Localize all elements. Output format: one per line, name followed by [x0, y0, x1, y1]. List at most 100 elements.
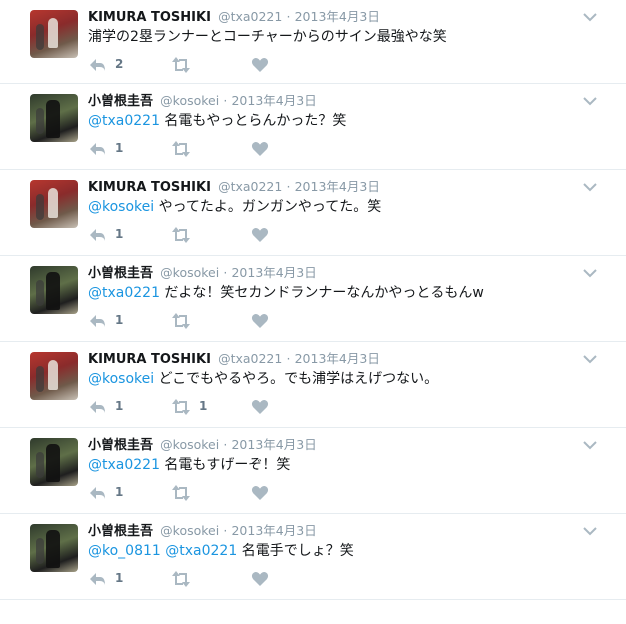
tweet[interactable]: KIMURA TOSHIKI @txa0221 · 2013年4月3日 @kos… [0, 342, 626, 428]
tweet[interactable]: KIMURA TOSHIKI @txa0221 · 2013年4月3日 @kos… [0, 170, 626, 256]
avatar[interactable] [30, 524, 78, 572]
separator-dot: · [286, 179, 291, 194]
mention-link[interactable]: @kosokei [88, 199, 154, 215]
reply-count: 1 [115, 571, 124, 585]
tweet-text: @txa0221 だよな！笑セカンドランナーなんかやっとるもんw [88, 283, 484, 303]
tweet[interactable]: 小曽根圭吾 @kosokei · 2013年4月3日 @txa0221 だよな！… [0, 256, 626, 342]
reply-icon [90, 315, 105, 327]
separator-dot: · [223, 523, 228, 538]
retweet-icon [172, 141, 190, 157]
avatar[interactable] [30, 352, 78, 400]
reply-count: 1 [115, 141, 124, 155]
tweet-body: 名電もやっとらんかった？笑 [159, 113, 347, 129]
avatar[interactable] [30, 180, 78, 228]
separator-dot: · [286, 9, 291, 24]
chevron-down-icon[interactable] [582, 351, 598, 367]
author-handle[interactable]: @kosokei [160, 265, 219, 280]
avatar[interactable] [30, 10, 78, 58]
avatar[interactable] [30, 438, 78, 486]
tweet-body: どこでもやるやろ。でも浦学はえげつない。 [154, 371, 439, 387]
author-name[interactable]: KIMURA TOSHIKI [88, 10, 211, 25]
tweet-header: KIMURA TOSHIKI @txa0221 · 2013年4月3日 [88, 350, 380, 369]
author-handle[interactable]: @txa0221 [218, 351, 282, 366]
avatar-figure [48, 188, 58, 218]
mention-link[interactable]: @txa0221 [88, 457, 160, 473]
avatar-figure [46, 530, 60, 568]
tweet-text: 浦学の2塁ランナーとコーチャーからのサイン最強やな笑 [88, 27, 447, 47]
tweet[interactable]: KIMURA TOSHIKI @txa0221 · 2013年4月3日 浦学の2… [0, 0, 626, 84]
tweet-date[interactable]: 2013年4月3日 [295, 179, 380, 194]
avatar[interactable] [30, 94, 78, 142]
author-name[interactable]: 小曽根圭吾 [88, 94, 153, 109]
retweet-icon [172, 571, 190, 587]
tweet-body: やってたよ。ガンガンやってた。笑 [154, 199, 382, 215]
avatar-figure [46, 272, 60, 310]
tweet-header: KIMURA TOSHIKI @txa0221 · 2013年4月3日 [88, 178, 380, 197]
separator-dot: · [223, 437, 228, 452]
tweet[interactable]: 小曽根圭吾 @kosokei · 2013年4月3日 @ko_0811 @txa… [0, 514, 626, 600]
mention-link[interactable]: @txa0221 [88, 113, 160, 129]
author-name[interactable]: KIMURA TOSHIKI [88, 180, 211, 195]
reply-count: 2 [115, 57, 124, 71]
tweet-body: 名電手でしょ？笑 [237, 543, 354, 559]
reply-count: 1 [115, 227, 124, 241]
avatar-figure-bg [36, 366, 44, 392]
author-name[interactable]: KIMURA TOSHIKI [88, 352, 211, 367]
avatar-figure [46, 444, 60, 482]
reply-count: 1 [115, 399, 124, 413]
author-handle[interactable]: @txa0221 [218, 179, 282, 194]
author-name[interactable]: 小曽根圭吾 [88, 438, 153, 453]
heart-icon [251, 572, 269, 586]
retweet-icon [172, 227, 190, 243]
tweet-date[interactable]: 2013年4月3日 [295, 9, 380, 24]
author-handle[interactable]: @txa0221 [218, 9, 282, 24]
tweet-text: @ko_0811 @txa0221 名電手でしょ？笑 [88, 541, 354, 561]
tweet-header: 小曽根圭吾 @kosokei · 2013年4月3日 [88, 92, 317, 111]
chevron-down-icon[interactable] [582, 437, 598, 453]
avatar-figure-bg [36, 452, 44, 478]
tweet-date[interactable]: 2013年4月3日 [231, 523, 316, 538]
avatar-figure-bg [36, 194, 44, 220]
avatar-figure [48, 18, 58, 48]
reply-icon [90, 59, 105, 71]
author-handle[interactable]: @kosokei [160, 523, 219, 538]
tweet-header: 小曽根圭吾 @kosokei · 2013年4月3日 [88, 264, 317, 283]
tweet[interactable]: 小曽根圭吾 @kosokei · 2013年4月3日 @txa0221 名電もす… [0, 428, 626, 514]
mention-link[interactable]: @kosokei [88, 371, 154, 387]
tweet-date[interactable]: 2013年4月3日 [231, 437, 316, 452]
tweet-header: KIMURA TOSHIKI @txa0221 · 2013年4月3日 [88, 8, 380, 27]
author-handle[interactable]: @kosokei [160, 437, 219, 452]
author-name[interactable]: 小曽根圭吾 [88, 524, 153, 539]
tweet-header: 小曽根圭吾 @kosokei · 2013年4月3日 [88, 436, 317, 455]
chevron-down-icon[interactable] [582, 9, 598, 25]
author-name[interactable]: 小曽根圭吾 [88, 266, 153, 281]
tweet-date[interactable]: 2013年4月3日 [231, 93, 316, 108]
separator-dot: · [223, 265, 228, 280]
tweet-body: 浦学の2塁ランナーとコーチャーからのサイン最強やな笑 [88, 29, 447, 45]
tweet-date[interactable]: 2013年4月3日 [295, 351, 380, 366]
tweet[interactable]: 小曽根圭吾 @kosokei · 2013年4月3日 @txa0221 名電もや… [0, 84, 626, 170]
heart-icon [251, 400, 269, 414]
reply-icon [90, 573, 105, 585]
avatar-figure-bg [36, 280, 44, 306]
tweet-body: 名電もすげーぞ！笑 [159, 457, 291, 473]
tweet-date[interactable]: 2013年4月3日 [231, 265, 316, 280]
chevron-down-icon[interactable] [582, 523, 598, 539]
heart-icon [251, 486, 269, 500]
tweet-text: @txa0221 名電もやっとらんかった？笑 [88, 111, 346, 131]
avatar-figure-bg [36, 108, 44, 134]
retweet-count: 1 [199, 399, 208, 413]
retweet-icon [172, 485, 190, 501]
mention-link[interactable]: @ko_0811 @txa0221 [88, 543, 237, 559]
tweet-list: KIMURA TOSHIKI @txa0221 · 2013年4月3日 浦学の2… [0, 0, 626, 600]
avatar-figure-bg [36, 24, 44, 50]
avatar[interactable] [30, 266, 78, 314]
mention-link[interactable]: @txa0221 [88, 285, 160, 301]
reply-icon [90, 401, 105, 413]
retweet-icon [172, 57, 190, 73]
heart-icon [251, 142, 269, 156]
chevron-down-icon[interactable] [582, 93, 598, 109]
author-handle[interactable]: @kosokei [160, 93, 219, 108]
chevron-down-icon[interactable] [582, 265, 598, 281]
chevron-down-icon[interactable] [582, 179, 598, 195]
